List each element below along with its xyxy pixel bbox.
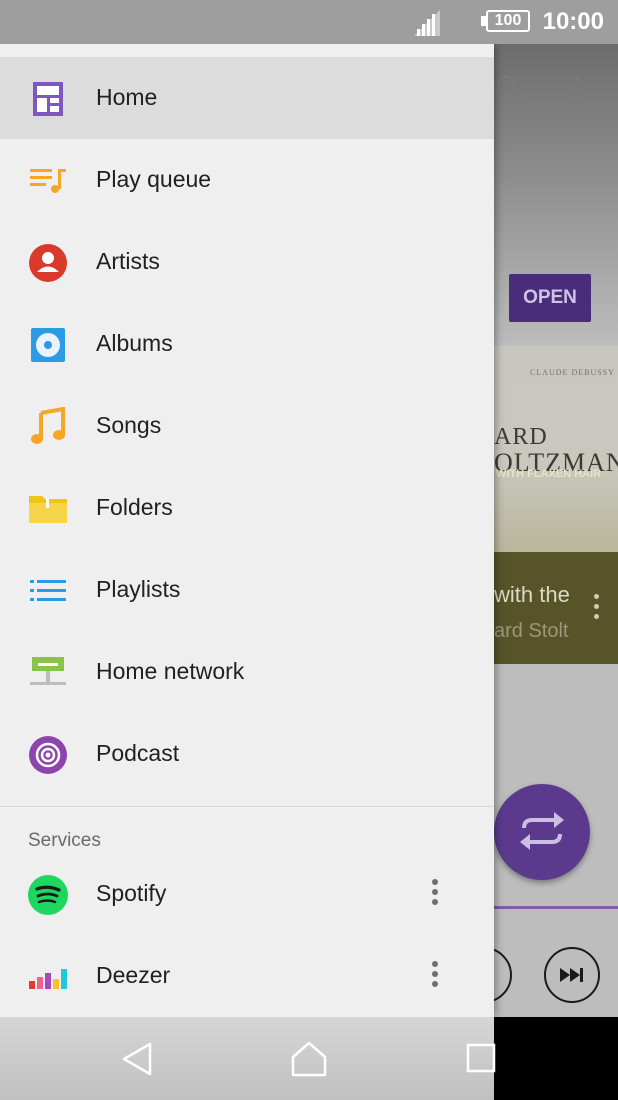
drawer-item-label: Albums bbox=[96, 330, 173, 356]
podcast-icon bbox=[29, 736, 67, 774]
play-queue-icon bbox=[30, 169, 66, 193]
drawer-item-podcast[interactable]: Podcast bbox=[0, 713, 494, 795]
drawer-item-label: Songs bbox=[96, 412, 162, 438]
album-art-line3: WITH FLAXEN HAIR bbox=[496, 468, 602, 480]
play-pause-button[interactable] bbox=[494, 947, 512, 1003]
overflow-menu-icon[interactable] bbox=[574, 76, 582, 106]
navbar-scrim bbox=[0, 1017, 494, 1100]
music-note-icon bbox=[31, 407, 65, 444]
drawer-item-label: Playlists bbox=[96, 576, 181, 602]
drawer-item-label: Home network bbox=[96, 658, 245, 684]
next-track-button[interactable] bbox=[544, 947, 600, 1003]
search-icon[interactable] bbox=[494, 74, 524, 104]
status-bar: 100 10:00 bbox=[0, 0, 618, 44]
drawer-item-label: Artists bbox=[96, 248, 160, 274]
drawer-item-home[interactable]: Home bbox=[0, 57, 494, 139]
playback-controls bbox=[494, 906, 618, 1017]
now-playing-artist: ard Stolt bbox=[494, 620, 569, 642]
signal-icon bbox=[414, 10, 440, 36]
drawer-item-spotify[interactable]: Spotify bbox=[0, 853, 494, 935]
artist-icon bbox=[29, 244, 67, 282]
album-icon bbox=[31, 328, 65, 362]
album-art[interactable]: CLAUDE DEBUSSY ARD OLTZMAN WITH FLAXEN H… bbox=[494, 346, 618, 554]
navigation-drawer: Home Play queue Artists Albums Songs Fol… bbox=[0, 44, 494, 1017]
music-app-background: OPEN CLAUDE DEBUSSY ARD OLTZMAN WITH FLA… bbox=[494, 44, 618, 1017]
now-playing-more-icon[interactable] bbox=[594, 594, 600, 624]
album-art-line1: ARD bbox=[494, 424, 548, 450]
album-art-composer: CLAUDE DEBUSSY bbox=[530, 368, 615, 377]
skip-next-icon bbox=[560, 968, 583, 982]
recent-apps-icon[interactable] bbox=[462, 1039, 502, 1079]
spotify-more-icon[interactable] bbox=[432, 879, 438, 909]
drawer-item-label: Home bbox=[96, 84, 158, 110]
system-navigation-bar bbox=[0, 1017, 618, 1100]
clock: 10:00 bbox=[542, 8, 604, 35]
repeat-icon bbox=[520, 812, 564, 850]
shuffle-fab[interactable] bbox=[494, 784, 590, 880]
spotify-icon bbox=[28, 875, 68, 915]
deezer-icon bbox=[29, 969, 67, 989]
drawer-item-songs[interactable]: Songs bbox=[0, 385, 494, 467]
folder-icon bbox=[29, 496, 67, 523]
home-grid-icon bbox=[33, 82, 63, 116]
drawer-item-artists[interactable]: Artists bbox=[0, 221, 494, 303]
drawer-item-label: Deezer bbox=[96, 962, 171, 988]
drawer-item-folders[interactable]: Folders bbox=[0, 467, 494, 549]
drawer-item-label: Play queue bbox=[96, 166, 212, 192]
drawer-item-home-network[interactable]: Home network bbox=[0, 631, 494, 713]
drawer-item-label: Folders bbox=[96, 494, 173, 520]
playlist-icon bbox=[30, 580, 66, 601]
drawer-item-label: Spotify bbox=[96, 880, 167, 906]
deezer-more-icon[interactable] bbox=[432, 961, 438, 991]
drawer-item-albums[interactable]: Albums bbox=[0, 303, 494, 385]
home-icon[interactable] bbox=[289, 1039, 329, 1079]
drawer-item-playlists[interactable]: Playlists bbox=[0, 549, 494, 631]
drawer-item-label: Podcast bbox=[96, 740, 180, 766]
services-section-header: Services bbox=[28, 830, 101, 851]
drawer-item-play-queue[interactable]: Play queue bbox=[0, 139, 494, 221]
back-icon[interactable] bbox=[118, 1039, 158, 1079]
battery-indicator: 100 bbox=[481, 10, 530, 32]
drawer-divider bbox=[0, 806, 494, 807]
open-button[interactable]: OPEN bbox=[509, 274, 591, 322]
drawer-item-deezer[interactable]: Deezer bbox=[0, 935, 494, 1017]
home-network-icon bbox=[30, 657, 66, 685]
now-playing-card[interactable]: with the ard Stolt bbox=[494, 552, 618, 664]
now-playing-title: with the bbox=[494, 582, 570, 607]
